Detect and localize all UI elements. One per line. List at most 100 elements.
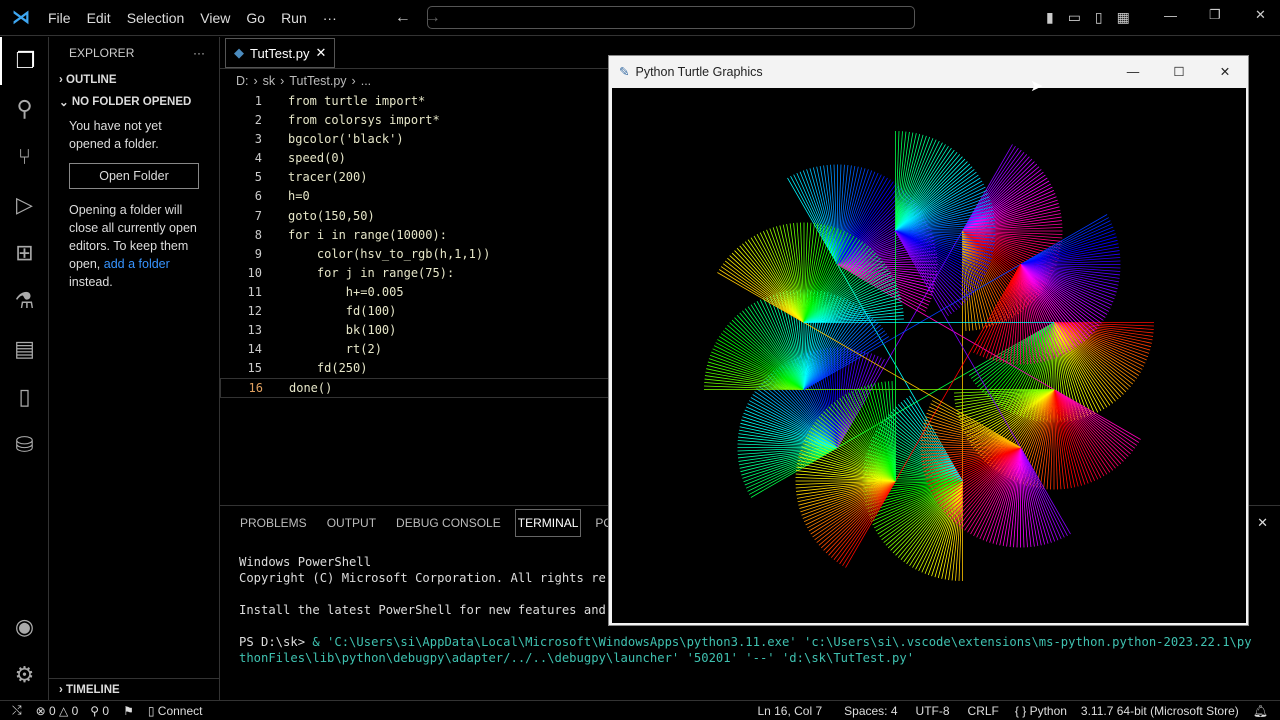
run-debug-icon[interactable]: ▷ <box>0 181 49 229</box>
code-text: for j in range(75): <box>288 265 455 280</box>
window-controls: ▮▭▯▦ <box>1046 9 1144 25</box>
turtle-close-button[interactable]: ✕ <box>1202 64 1248 79</box>
menu-go[interactable]: Go <box>238 10 273 26</box>
code-text: bk(100) <box>288 323 397 338</box>
code-text: h+=0.005 <box>288 284 404 299</box>
line-number: 2 <box>254 113 262 128</box>
encoding[interactable]: UTF-8 <box>916 704 950 718</box>
menu-selection[interactable]: Selection <box>119 10 193 26</box>
cursor-position[interactable]: Ln 16, Col 7 <box>757 704 822 718</box>
tab-output[interactable]: OUTPUT <box>317 516 386 530</box>
back-icon[interactable]: ← <box>395 9 411 27</box>
indentation[interactable]: Spaces: 4 <box>844 704 897 718</box>
extensions-icon[interactable]: ⊞ <box>0 229 49 277</box>
code-line: 14 rt(2) <box>220 340 610 359</box>
settings-gear-icon[interactable]: ⚙ <box>0 651 49 699</box>
code-line: 1 from turtle import* <box>220 92 610 111</box>
database-icon[interactable]: ⛁ <box>0 421 49 469</box>
line-number: 4 <box>254 151 262 166</box>
menu-run[interactable]: Run <box>273 10 315 26</box>
line-number: 15 <box>247 361 262 376</box>
code-text: bgcolor('black') <box>288 132 404 147</box>
code-line-current: 16 done() <box>220 378 610 398</box>
outline-section[interactable]: › OUTLINE <box>49 69 219 91</box>
no-folder-message: You have not yet opened a folder. <box>69 119 162 151</box>
search-icon[interactable]: ⚲ <box>0 85 49 133</box>
turtle-maximize-button[interactable]: ☐ <box>1156 64 1202 79</box>
remote-explorer-icon[interactable]: ▤ <box>0 325 49 373</box>
line-number: 13 <box>247 323 262 338</box>
line-number: 16 <box>248 381 263 396</box>
turtle-minimize-button[interactable]: — <box>1110 65 1156 79</box>
add-folder-link[interactable]: add a folder <box>104 257 170 271</box>
tab-tuttest[interactable]: ◆ TutTest.py ✕ <box>225 38 336 68</box>
menu-view[interactable]: View <box>192 10 238 26</box>
turtle-line <box>747 239 805 323</box>
code-area[interactable]: 1 from turtle import* 2 from colorsys impo… <box>220 92 610 398</box>
chevron-right-icon: › <box>59 74 67 86</box>
close-panel-icon[interactable]: ✕ <box>1257 515 1268 531</box>
activity-bar: ❐ ⚲ ⑂ ▷ ⊞ ⚗ ▤ ▯ ⛁ ◉ ⚙ <box>0 37 49 700</box>
notifications-bell-icon[interactable]: 🔔︎ <box>1253 704 1268 718</box>
line-number: 3 <box>254 132 262 147</box>
code-text: goto(150,50) <box>288 208 375 223</box>
line-number: 10 <box>247 265 262 280</box>
code-text: from colorsys import* <box>288 113 440 128</box>
source-control-icon[interactable]: ⑂ <box>0 133 49 181</box>
ports-status[interactable]: ⚲ 0 <box>90 704 109 718</box>
line-number: 6 <box>254 189 262 204</box>
code-line: 10 for j in range(75): <box>220 264 610 283</box>
turtle-drawing <box>704 131 1154 581</box>
testing-icon[interactable]: ⚗ <box>0 277 49 325</box>
turtle-line <box>833 480 896 561</box>
explorer-title: EXPLORER <box>69 46 135 60</box>
tab-problems[interactable]: PROBLEMS <box>230 516 317 530</box>
mouse-cursor-icon: ➤ <box>1030 78 1044 95</box>
problems-status[interactable]: ⊗ 0 △ 0 <box>36 704 79 718</box>
account-icon[interactable]: ◉ <box>0 603 49 651</box>
line-number: 8 <box>254 227 262 242</box>
breadcrumb-symbols[interactable]: ... <box>361 74 371 88</box>
remote-icon[interactable]: ⤭ <box>0 703 36 718</box>
more-actions-icon[interactable]: ··· <box>193 46 205 60</box>
breadcrumb-folder[interactable]: sk <box>263 74 276 88</box>
terminal-command: PS D:\sk> & 'C:\Users\si\AppData\Local\M… <box>239 634 1280 650</box>
tab-debug-console[interactable]: DEBUG CONSOLE <box>386 516 511 530</box>
tab-terminal[interactable]: TERMINAL <box>514 509 582 537</box>
breadcrumb-file[interactable]: TutTest.py <box>289 74 346 88</box>
explorer-icon[interactable]: ❐ <box>0 37 49 85</box>
turtle-line <box>1053 389 1111 473</box>
menu-more[interactable]: ··· <box>315 10 345 26</box>
turtle-line <box>724 260 805 323</box>
open-folder-button[interactable]: Open Folder <box>69 163 199 189</box>
code-text: for i in range(10000): <box>288 227 447 242</box>
restore-button[interactable]: ❐ <box>1209 7 1221 23</box>
code-line: 5 tracer(200) <box>220 168 610 187</box>
interpreter[interactable]: 3.11.7 64-bit (Microsoft Store) <box>1081 704 1239 718</box>
close-tab-icon[interactable]: ✕ <box>315 45 326 61</box>
turtle-line <box>962 151 1025 232</box>
editor: ◆ TutTest.py ✕ D: › sk › TutTest.py › ... 1… <box>220 37 610 497</box>
minimize-button[interactable]: — <box>1164 8 1177 23</box>
code-line: 12 fd(100) <box>220 302 610 321</box>
breadcrumb-drive[interactable]: D: <box>236 74 249 88</box>
vscode-logo-icon: ⋊ <box>12 7 30 27</box>
command-center[interactable] <box>427 6 915 29</box>
notebook-icon[interactable]: ▯ <box>0 373 49 421</box>
language-mode[interactable]: { } Python <box>1015 704 1067 718</box>
code-text: h=0 <box>288 189 310 204</box>
line-number: 5 <box>254 170 262 185</box>
debug-icon[interactable]: ⚑ <box>123 704 134 718</box>
connect-status[interactable]: ▯ Connect <box>148 704 203 718</box>
eol[interactable]: CRLF <box>968 704 999 718</box>
menu-file[interactable]: File <box>40 10 79 26</box>
no-folder-section[interactable]: ⌄ NO FOLDER OPENED <box>49 91 219 113</box>
close-button[interactable]: ✕ <box>1255 7 1266 23</box>
terminal-command-text: & 'C:\Users\si\AppData\Local\Microsoft\W… <box>312 635 1252 649</box>
timeline-section[interactable]: › TIMELINE <box>49 678 219 700</box>
menu-edit[interactable]: Edit <box>79 10 119 26</box>
chevron-right-icon: › <box>59 683 67 696</box>
line-number: 11 <box>247 284 262 299</box>
timeline-label: TIMELINE <box>66 683 120 696</box>
turtle-line <box>803 327 884 390</box>
